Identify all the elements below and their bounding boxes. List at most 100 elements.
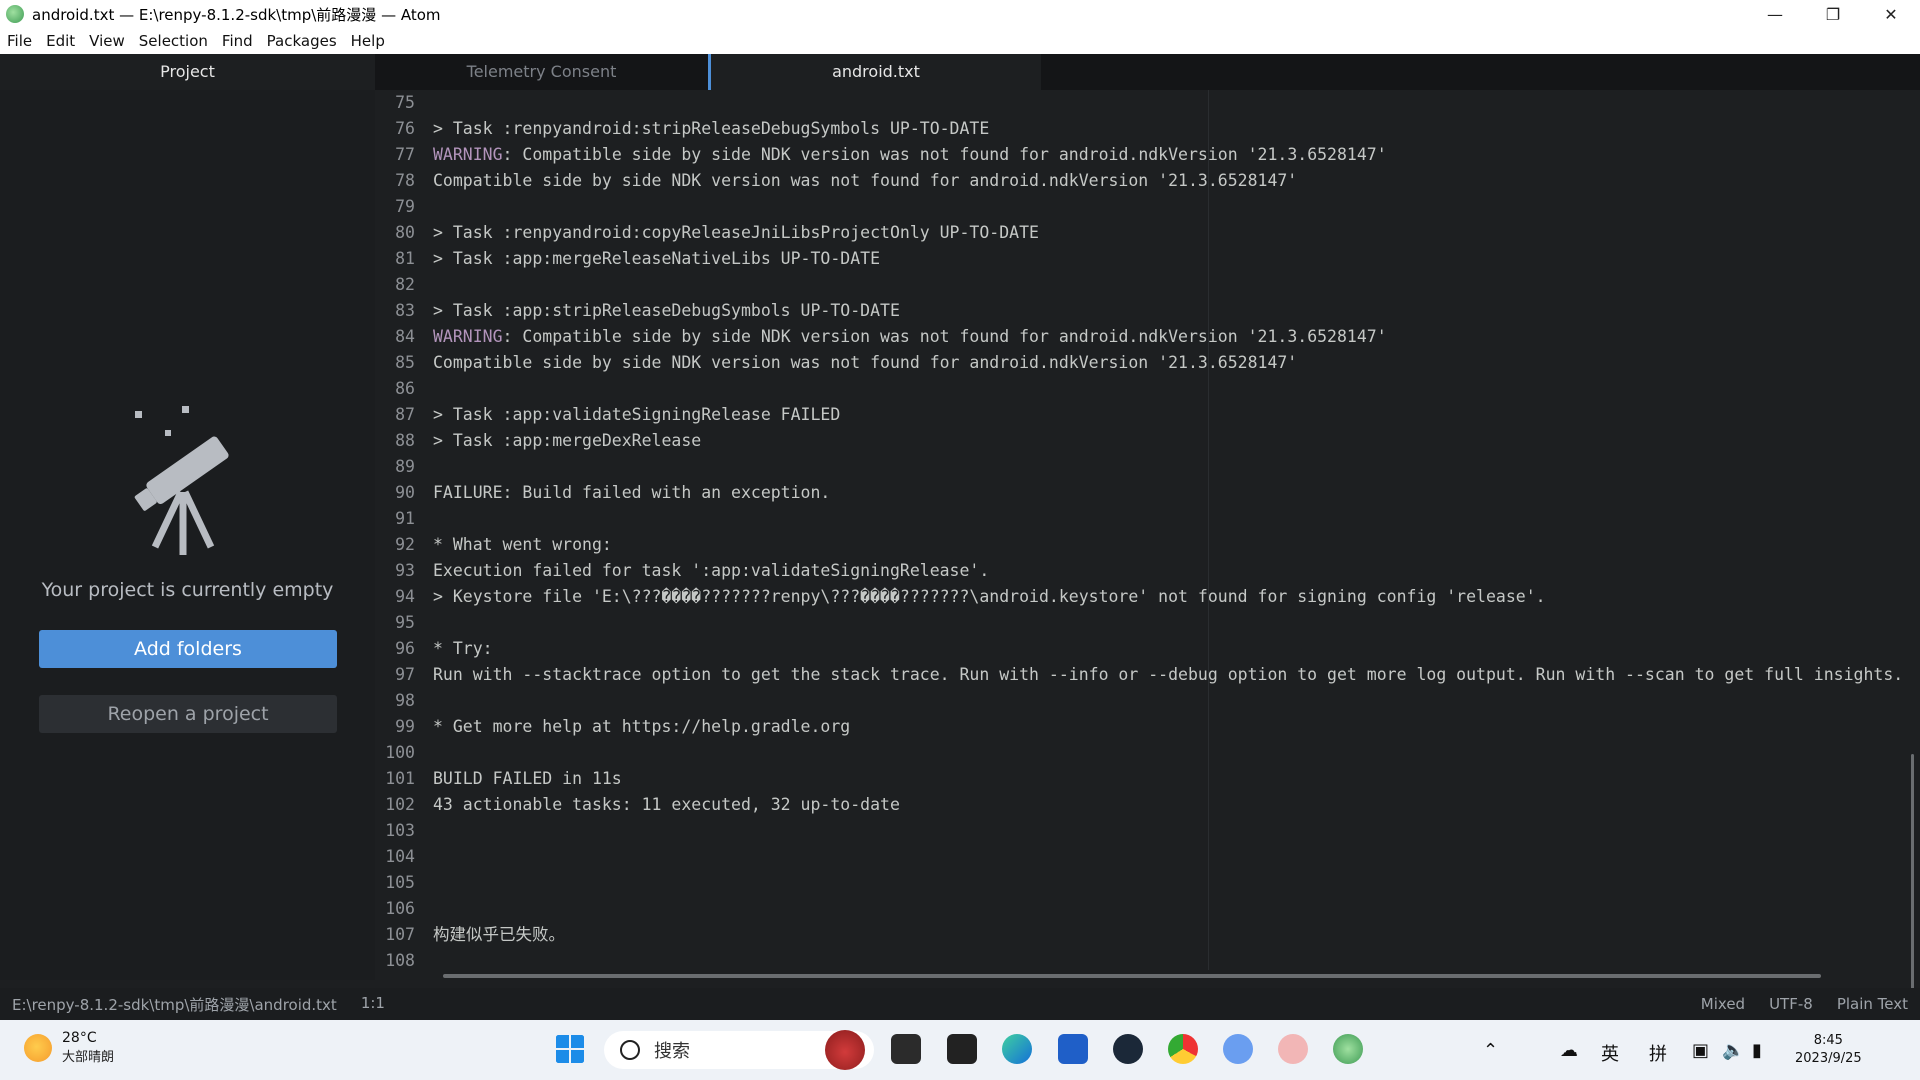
edge-browser-icon[interactable] <box>1002 1034 1032 1064</box>
code-line[interactable]: 87 > Task :app:validateSigningRelease FAI… <box>375 402 1920 428</box>
close-button[interactable]: ✕ <box>1862 0 1920 28</box>
telescope-icon <box>134 406 229 555</box>
code-line[interactable]: 88 > Task :app:mergeDexRelease <box>375 428 1920 454</box>
code-line[interactable]: 107 构建似乎已失败。 <box>375 922 1920 948</box>
code-line[interactable]: 86 <box>375 376 1920 402</box>
line-ending[interactable]: Mixed <box>1701 995 1745 1013</box>
tab-android-txt[interactable]: android.txt <box>708 54 1041 90</box>
code-line[interactable]: 82 <box>375 272 1920 298</box>
tab-project[interactable]: Project <box>0 54 375 90</box>
code-line[interactable]: 105 <box>375 870 1920 896</box>
renpy-icon[interactable] <box>1278 1034 1308 1064</box>
file-path[interactable]: E:\renpy-8.1.2-sdk\tmp\前路漫漫\android.txt <box>12 994 337 1015</box>
code-line[interactable]: 101 BUILD FAILED in 11s <box>375 766 1920 792</box>
code-line[interactable]: 99 * Get more help at https://help.gradle… <box>375 714 1920 740</box>
restore-button[interactable]: ❐ <box>1804 0 1862 28</box>
window-title: android.txt — E:\renpy-8.1.2-sdk\tmp\前路漫… <box>32 5 441 24</box>
volume-icon[interactable]: 🔈 <box>1722 1040 1744 1061</box>
menu-file[interactable]: File <box>0 32 39 50</box>
line-text: Compatible side by side NDK version was … <box>423 168 1297 194</box>
code-line[interactable]: 89 <box>375 454 1920 480</box>
code-line[interactable]: 91 <box>375 506 1920 532</box>
line-text <box>423 948 433 974</box>
menu-help[interactable]: Help <box>344 32 392 50</box>
menu-edit[interactable]: Edit <box>39 32 82 50</box>
line-content: Execution failed for task ':app:validate… <box>433 561 990 580</box>
line-number: 85 <box>395 353 415 372</box>
line-content: * What went wrong: <box>433 535 612 554</box>
battery-icon[interactable]: ▮ <box>1752 1040 1762 1061</box>
warning-keyword: WARNING <box>433 327 503 346</box>
weather-icon <box>24 1033 52 1062</box>
code-line[interactable]: 90 FAILURE: Build failed with an exceptio… <box>375 480 1920 506</box>
code-line[interactable]: 100 <box>375 740 1920 766</box>
code-line[interactable]: 81 > Task :app:mergeReleaseNativeLibs UP-… <box>375 246 1920 272</box>
code-line[interactable]: 97 Run with --stacktrace option to get th… <box>375 662 1920 688</box>
code-line[interactable]: 80 > Task :renpyandroid:copyReleaseJniLib… <box>375 220 1920 246</box>
code-line[interactable]: 85 Compatible side by side NDK version wa… <box>375 350 1920 376</box>
minimize-button[interactable]: — <box>1746 0 1804 28</box>
code-line[interactable]: 94 > Keystore file 'E:\???����???????renp… <box>375 584 1920 610</box>
add-folders-button[interactable]: Add folders <box>39 630 337 668</box>
cloud-icon[interactable]: ☁ <box>1560 1040 1578 1061</box>
line-content: * Try: <box>433 639 493 658</box>
search-highlight-icon[interactable] <box>825 1030 865 1070</box>
task-view-icon[interactable] <box>891 1034 921 1064</box>
cursor-position[interactable]: 1:1 <box>361 994 385 1015</box>
menu-packages[interactable]: Packages <box>260 32 344 50</box>
line-content: : Compatible side by side NDK version wa… <box>502 145 1387 164</box>
network-icon[interactable]: ▣ <box>1692 1040 1709 1061</box>
chrome-icon[interactable] <box>1168 1034 1198 1064</box>
code-line[interactable]: 103 <box>375 818 1920 844</box>
p-app-icon[interactable] <box>1058 1034 1088 1064</box>
code-line[interactable]: 75 <box>375 90 1920 116</box>
code-line[interactable]: 102 43 actionable tasks: 11 executed, 32 … <box>375 792 1920 818</box>
code-line[interactable]: 83 > Task :app:stripReleaseDebugSymbols U… <box>375 298 1920 324</box>
feishu-icon[interactable] <box>1223 1034 1253 1064</box>
line-number: 104 <box>385 847 415 866</box>
line-number: 86 <box>395 379 415 398</box>
code-line[interactable]: 106 <box>375 896 1920 922</box>
ime-mode[interactable]: 拼 <box>1649 1040 1667 1066</box>
code-line[interactable]: 108 <box>375 948 1920 974</box>
windows-start-icon[interactable] <box>555 1034 585 1064</box>
temperature: 28°C <box>62 1030 97 1046</box>
menu-view[interactable]: View <box>82 32 132 50</box>
encoding[interactable]: UTF-8 <box>1769 995 1813 1013</box>
chevron-up-icon[interactable]: ⌃ <box>1483 1040 1498 1061</box>
code-line[interactable]: 93 Execution failed for task ':app:valida… <box>375 558 1920 584</box>
tab-telemetry-consent[interactable]: Telemetry Consent <box>375 54 708 90</box>
line-text: WARNING: Compatible side by side NDK ver… <box>423 142 1387 168</box>
weather-widget[interactable]: 28°C 大部晴朗 <box>24 1030 114 1065</box>
grammar[interactable]: Plain Text <box>1837 995 1908 1013</box>
menu-find[interactable]: Find <box>215 32 260 50</box>
atom-taskbar-icon[interactable] <box>1333 1034 1363 1064</box>
code-line[interactable]: 98 <box>375 688 1920 714</box>
reopen-project-button[interactable]: Reopen a project <box>39 695 337 733</box>
code-line[interactable]: 77 WARNING: Compatible side by side NDK v… <box>375 142 1920 168</box>
code-line[interactable]: 104 <box>375 844 1920 870</box>
menu-selection[interactable]: Selection <box>132 32 215 50</box>
code-line[interactable]: 78 Compatible side by side NDK version wa… <box>375 168 1920 194</box>
code-line[interactable]: 95 <box>375 610 1920 636</box>
code-area[interactable]: 75 76 > Task :renpyandroid:stripReleaseDeb… <box>375 90 1920 970</box>
code-line[interactable]: 96 * Try: <box>375 636 1920 662</box>
line-number: 92 <box>395 535 415 554</box>
line-content: Run with --stacktrace option to get the … <box>433 665 1904 684</box>
title-bar: android.txt — E:\renpy-8.1.2-sdk\tmp\前路漫… <box>0 0 1920 28</box>
line-text: > Task :renpyandroid:stripReleaseDebugSy… <box>423 116 989 142</box>
clock[interactable]: 8:45 2023/9/25 <box>1795 1032 1862 1068</box>
horizontal-scrollbar[interactable] <box>443 974 1821 978</box>
vertical-scrollbar[interactable] <box>1911 754 1914 1024</box>
code-line[interactable]: 76 > Task :renpyandroid:stripReleaseDebug… <box>375 116 1920 142</box>
code-line[interactable]: 92 * What went wrong: <box>375 532 1920 558</box>
steam-icon[interactable] <box>1113 1034 1143 1064</box>
line-number: 81 <box>395 249 415 268</box>
ime-language[interactable]: 英 <box>1601 1040 1619 1066</box>
code-line[interactable]: 79 <box>375 194 1920 220</box>
search-icon <box>620 1040 640 1060</box>
line-content: > Task :app:mergeReleaseNativeLibs UP-TO… <box>433 249 881 268</box>
line-text <box>423 194 433 220</box>
code-line[interactable]: 84 WARNING: Compatible side by side NDK v… <box>375 324 1920 350</box>
unity-icon[interactable] <box>947 1034 977 1064</box>
